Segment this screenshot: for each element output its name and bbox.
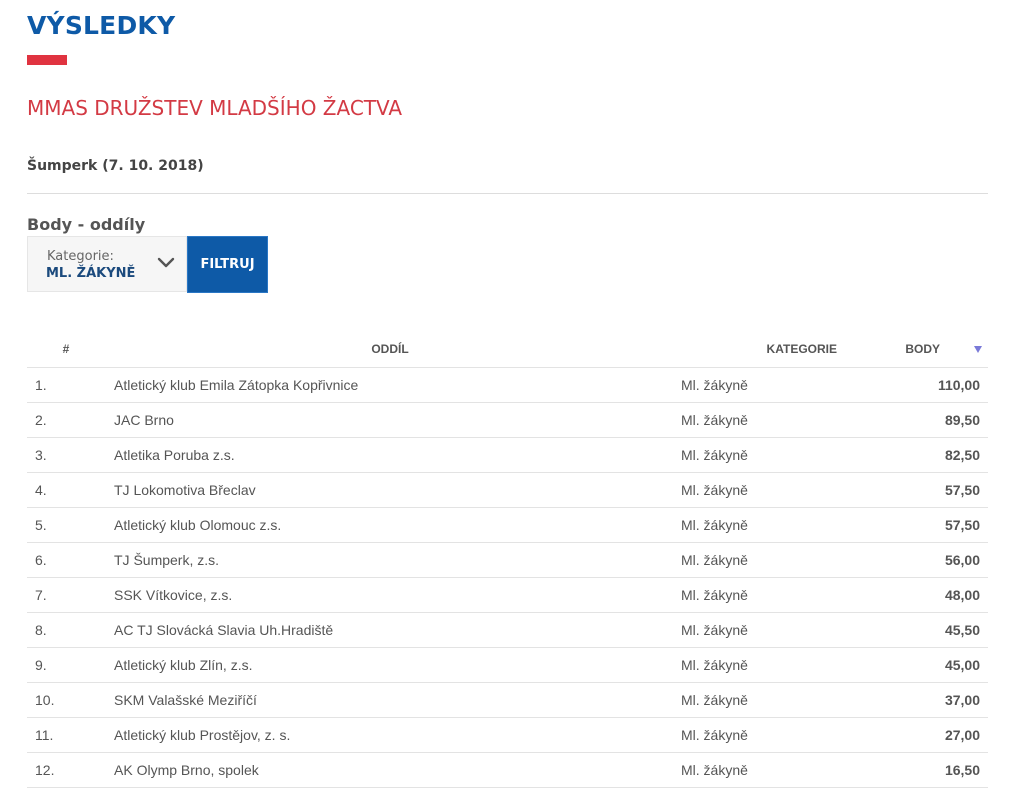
cell-club: JAC Brno [105, 402, 675, 438]
category-select-value: ML. ŽÁKYNĚ [46, 266, 136, 281]
cell-club: Atletický klub Emila Zátopka Kopřivnice [105, 367, 675, 403]
cell-club: Atletický klub Zlín, z.s. [105, 647, 675, 683]
cell-category: Ml. žákyně [675, 472, 875, 508]
cell-rank: 10. [27, 682, 105, 718]
table-header-row: # ODDÍL KATEGORIE BODY [27, 331, 988, 368]
sort-desc-icon[interactable] [974, 346, 982, 353]
cell-rank: 9. [27, 647, 105, 683]
cell-rank: 2. [27, 402, 105, 438]
table-row: 8. AC TJ Slovácká Slavia Uh.Hradiště Ml. ž… [27, 612, 988, 648]
table-row: 7. SSK Vítkovice, z.s. Ml. žákyně 48,00 [27, 577, 988, 613]
header-points[interactable]: BODY [875, 331, 988, 368]
event-title: MMAS DRUŽSTEV MLADŠÍHO ŽACTVA [27, 96, 403, 120]
cell-points: 37,00 [875, 682, 988, 718]
cell-points: 48,00 [875, 577, 988, 613]
cell-points: 82,50 [875, 437, 988, 473]
cell-category: Ml. žákyně [675, 647, 875, 683]
cell-rank: 6. [27, 542, 105, 578]
cell-category: Ml. žákyně [675, 402, 875, 438]
title-accent-bar [27, 55, 67, 65]
table-row: 4. TJ Lokomotiva Břeclav Ml. žákyně 57,50 [27, 472, 988, 508]
cell-category: Ml. žákyně [675, 507, 875, 543]
cell-category: Ml. žákyně [675, 577, 875, 613]
header-club: ODDÍL [105, 331, 675, 368]
divider [27, 193, 988, 194]
cell-points: 57,50 [875, 472, 988, 508]
cell-category: Ml. žákyně [675, 542, 875, 578]
table-row: 1. Atletický klub Emila Zátopka Kopřivnic… [27, 367, 988, 403]
cell-points: 45,00 [875, 647, 988, 683]
table-row: 9. Atletický klub Zlín, z.s. Ml. žákyně 45,… [27, 647, 988, 683]
cell-points: 89,50 [875, 402, 988, 438]
cell-club: Atletický klub Olomouc z.s. [105, 507, 675, 543]
cell-category: Ml. žákyně [675, 612, 875, 648]
cell-club: TJ Šumperk, z.s. [105, 542, 675, 578]
cell-rank: 5. [27, 507, 105, 543]
cell-rank: 12. [27, 752, 105, 788]
cell-points: 56,00 [875, 542, 988, 578]
cell-rank: 8. [27, 612, 105, 648]
chevron-down-icon [156, 255, 176, 271]
cell-club: SKM Valašské Meziříčí [105, 682, 675, 718]
cell-rank: 1. [27, 367, 105, 403]
cell-category: Ml. žákyně [675, 367, 875, 403]
cell-rank: 4. [27, 472, 105, 508]
cell-club: Atletika Poruba z.s. [105, 437, 675, 473]
results-table: # ODDÍL KATEGORIE BODY 1. Atletický klub … [27, 331, 988, 788]
event-location-date: Šumperk (7. 10. 2018) [27, 158, 204, 174]
table-row: 3. Atletika Poruba z.s. Ml. žákyně 82,50 [27, 437, 988, 473]
cell-category: Ml. žákyně [675, 752, 875, 788]
cell-category: Ml. žákyně [675, 437, 875, 473]
table-row: 11. Atletický klub Prostějov, z. s. Ml. žá… [27, 717, 988, 753]
cell-points: 45,50 [875, 612, 988, 648]
header-rank: # [27, 331, 105, 368]
section-title: Body - oddíly [27, 215, 146, 234]
cell-club: AK Olymp Brno, spolek [105, 752, 675, 788]
cell-points: 110,00 [875, 367, 988, 403]
table-row: 2. JAC Brno Ml. žákyně 89,50 [27, 402, 988, 438]
table-row: 6. TJ Šumperk, z.s. Ml. žákyně 56,00 [27, 542, 988, 578]
cell-points: 27,00 [875, 717, 988, 753]
table-row: 12. AK Olymp Brno, spolek Ml. žákyně 16,50 [27, 752, 988, 788]
filter-button[interactable]: FILTRUJ [187, 236, 268, 293]
cell-rank: 11. [27, 717, 105, 753]
cell-club: Atletický klub Prostějov, z. s. [105, 717, 675, 753]
table-row: 5. Atletický klub Olomouc z.s. Ml. žákyně 5… [27, 507, 988, 543]
category-select[interactable]: Kategorie: ML. ŽÁKYNĚ [27, 236, 187, 292]
cell-club: SSK Vítkovice, z.s. [105, 577, 675, 613]
category-select-label: Kategorie: [47, 249, 114, 264]
cell-category: Ml. žákyně [675, 682, 875, 718]
cell-rank: 7. [27, 577, 105, 613]
cell-points: 16,50 [875, 752, 988, 788]
cell-club: TJ Lokomotiva Břeclav [105, 472, 675, 508]
cell-points: 57,50 [875, 507, 988, 543]
cell-club: AC TJ Slovácká Slavia Uh.Hradiště [105, 612, 675, 648]
cell-category: Ml. žákyně [675, 717, 875, 753]
header-points-label: BODY [905, 341, 940, 356]
header-category: KATEGORIE [675, 331, 875, 368]
page-title: VÝSLEDKY [27, 11, 176, 40]
cell-rank: 3. [27, 437, 105, 473]
table-row: 10. SKM Valašské Meziříčí Ml. žákyně 37,00 [27, 682, 988, 718]
